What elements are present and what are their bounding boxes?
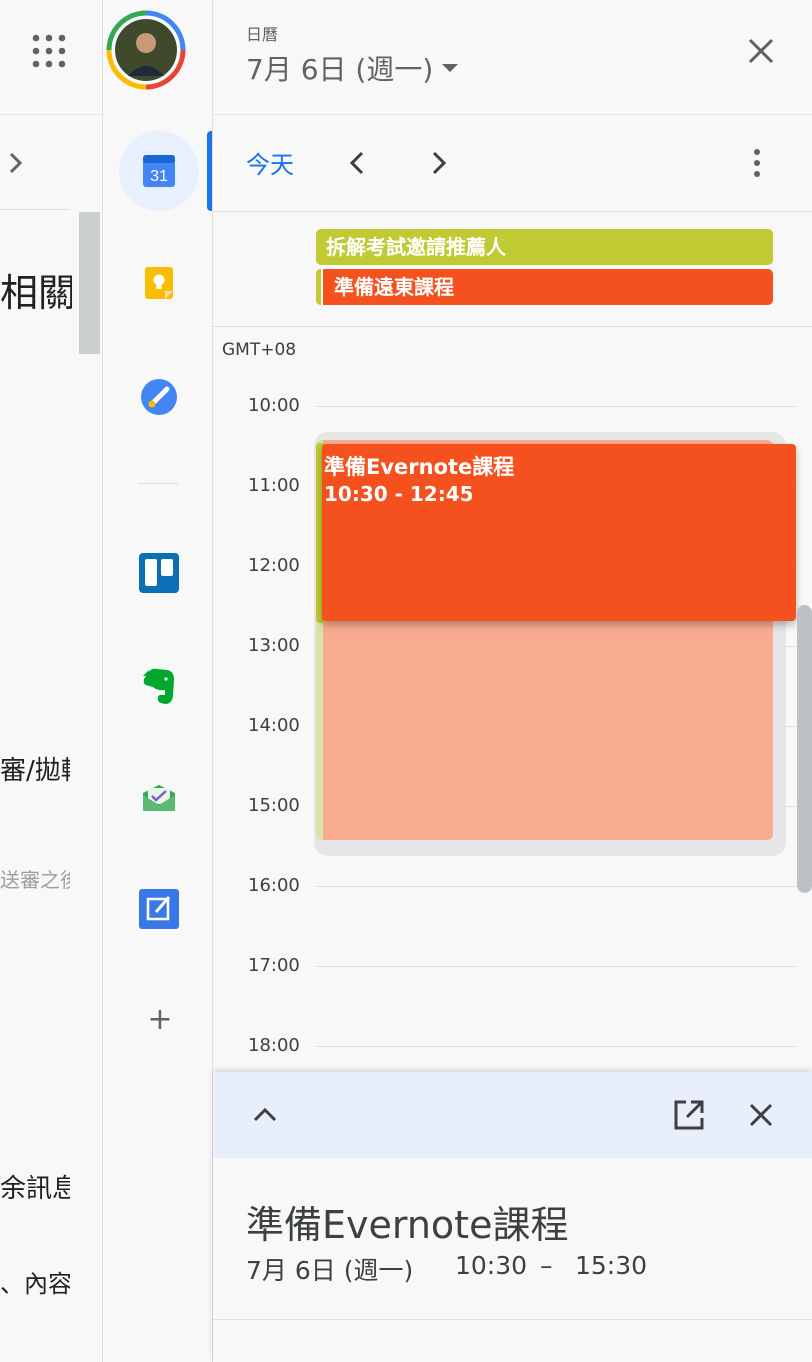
document-scrollbar[interactable] bbox=[79, 212, 100, 354]
evernote-icon[interactable] bbox=[141, 666, 177, 706]
hour-label: 13:00 bbox=[248, 635, 300, 656]
hour-label: 16:00 bbox=[248, 875, 300, 896]
details-event-title: 準備Evernote課程 bbox=[246, 1203, 569, 1247]
active-indicator bbox=[207, 131, 212, 211]
hour-label: 18:00 bbox=[248, 1035, 300, 1056]
all-day-event[interactable]: 拆解考試邀請推薦人 bbox=[316, 229, 773, 265]
divider bbox=[0, 114, 102, 115]
keep-icon[interactable] bbox=[143, 266, 175, 300]
close-icon bbox=[749, 1103, 773, 1127]
document-text-fragment: 送審之後 bbox=[0, 868, 70, 892]
document-text-fragment: 、內容 bbox=[0, 1270, 70, 1298]
all-day-event-title: 準備遠東課程 bbox=[334, 275, 454, 299]
chevron-right-icon[interactable] bbox=[6, 146, 28, 180]
dropdown-arrow-icon bbox=[442, 64, 459, 72]
event-color-stripe bbox=[316, 269, 323, 305]
hour-label: 11:00 bbox=[248, 475, 300, 496]
divider bbox=[213, 326, 812, 327]
hour-label: 14:00 bbox=[248, 715, 300, 736]
hour-gridline bbox=[316, 1046, 797, 1047]
document-toolbar bbox=[0, 0, 102, 100]
next-day-button[interactable] bbox=[420, 145, 456, 181]
event-time: 10:30 - 12:45 bbox=[324, 482, 474, 506]
chevron-right-icon bbox=[432, 151, 447, 175]
collapse-button[interactable] bbox=[244, 1094, 286, 1136]
today-button[interactable]: 今天 bbox=[236, 143, 304, 182]
open-in-new-button[interactable] bbox=[668, 1094, 710, 1136]
close-details-button[interactable] bbox=[740, 1094, 782, 1136]
details-event-date: 7月 6日 (週一) bbox=[246, 1256, 414, 1285]
open-in-new-icon bbox=[674, 1100, 704, 1130]
document-text-fragment: 審/拋轉 bbox=[0, 756, 70, 786]
hour-label: 12:00 bbox=[248, 555, 300, 576]
document-area bbox=[0, 0, 103, 1362]
more-options-button[interactable] bbox=[742, 145, 772, 181]
event-title: 準備Evernote課程 bbox=[324, 455, 515, 479]
close-icon bbox=[748, 38, 774, 64]
details-toolbar bbox=[213, 1072, 812, 1158]
all-day-event[interactable]: 準備遠東課程 bbox=[316, 269, 773, 305]
divider bbox=[138, 483, 178, 484]
hour-label: 17:00 bbox=[248, 955, 300, 976]
document-heading-fragment: 相關 bbox=[0, 271, 72, 315]
calendar-icon: 31 bbox=[142, 154, 176, 188]
hour-gridline bbox=[316, 886, 797, 887]
close-panel-button[interactable] bbox=[740, 30, 782, 72]
more-vert-icon bbox=[754, 149, 760, 177]
trello-icon[interactable] bbox=[139, 553, 179, 593]
divider bbox=[213, 1319, 812, 1320]
details-time-separator: – bbox=[540, 1251, 553, 1280]
divider bbox=[213, 211, 812, 212]
dragged-event[interactable]: 準備Evernote課程 10:30 - 12:45 bbox=[322, 444, 796, 621]
tasks-icon[interactable] bbox=[140, 378, 178, 416]
previous-day-button[interactable] bbox=[340, 145, 376, 181]
hour-gridline bbox=[316, 406, 797, 407]
chevron-up-icon bbox=[253, 1107, 277, 1122]
account-avatar[interactable] bbox=[106, 10, 186, 90]
document-text-fragment: 余訊息 bbox=[0, 1174, 70, 1204]
hour-label: 15:00 bbox=[248, 795, 300, 816]
apps-grid-icon[interactable] bbox=[32, 34, 66, 68]
divider bbox=[0, 209, 70, 210]
details-end-time: 15:30 bbox=[575, 1251, 648, 1280]
chevron-left-icon bbox=[349, 151, 364, 175]
timeline-scrollbar[interactable] bbox=[797, 605, 812, 893]
notes-edit-icon[interactable] bbox=[139, 889, 179, 929]
hour-gridline bbox=[316, 966, 797, 967]
date-label: 7月 6日 (週一) bbox=[246, 53, 434, 86]
date-dropdown[interactable]: 7月 6日 (週一) bbox=[246, 48, 459, 88]
app-title: 日曆 bbox=[246, 25, 279, 44]
add-app-button[interactable]: + bbox=[146, 1005, 174, 1036]
details-start-time: 10:30 bbox=[455, 1251, 528, 1280]
calendar-icon-day: 31 bbox=[150, 168, 168, 185]
mail-tasks-icon[interactable] bbox=[141, 783, 177, 813]
hour-label: 10:00 bbox=[248, 395, 300, 416]
timezone-label: GMT+08 bbox=[222, 340, 297, 360]
